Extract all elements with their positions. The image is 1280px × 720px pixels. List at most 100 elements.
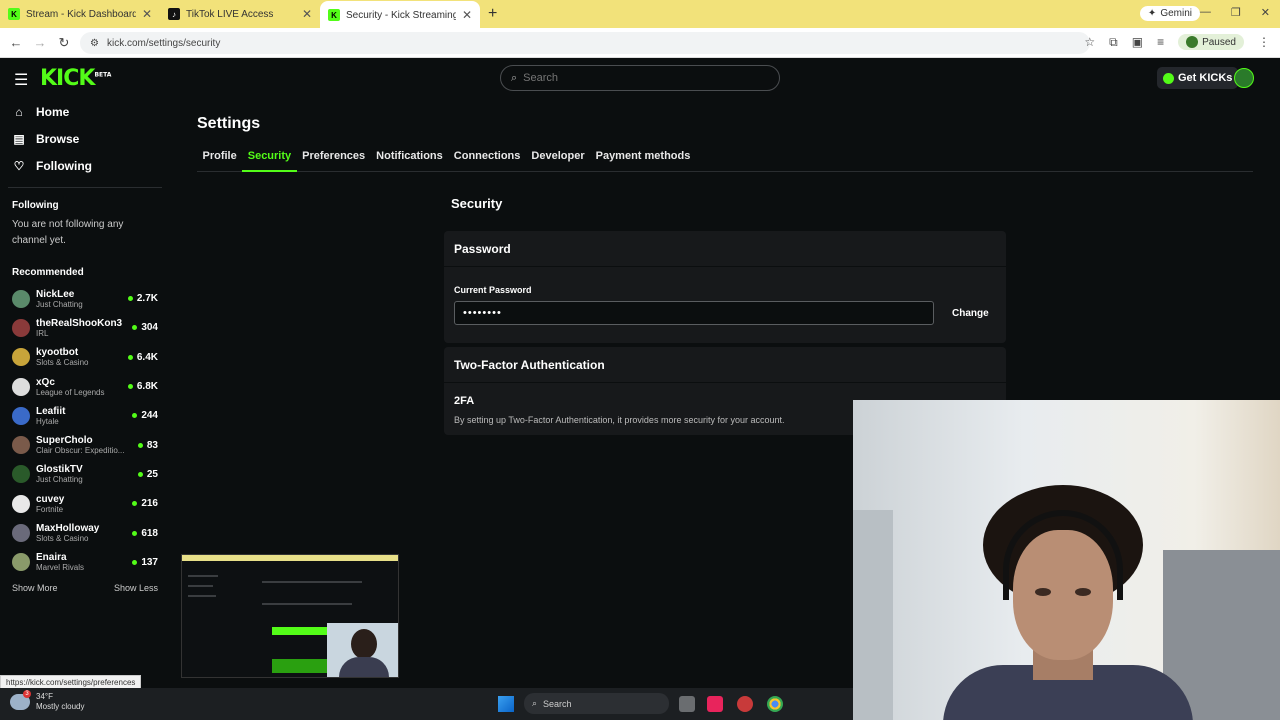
chrome-app-icon[interactable] xyxy=(767,696,783,712)
minimize-icon[interactable]: — xyxy=(1200,6,1211,19)
live-dot-icon xyxy=(132,559,138,565)
tab-preferences[interactable]: Preferences xyxy=(297,150,371,172)
search-input[interactable] xyxy=(523,72,764,84)
preview-line xyxy=(188,595,216,597)
tab-security[interactable]: Security xyxy=(242,150,297,172)
channel-item[interactable]: GlostikTV Just Chatting 25 xyxy=(0,460,170,489)
heart-icon: ♡ xyxy=(13,158,25,173)
preview-line xyxy=(188,575,218,577)
reload-icon[interactable]: ↻ xyxy=(52,35,76,51)
browser-tab[interactable]: ♪ TikTok LIVE Access ✕ xyxy=(160,0,320,28)
channel-item[interactable]: theRealShooKon3 IRL 304 xyxy=(0,313,170,342)
close-icon[interactable]: ✕ xyxy=(302,7,312,21)
channel-item[interactable]: Enaira Marvel Rivals 137 xyxy=(0,548,170,577)
change-password-button[interactable]: Change xyxy=(946,304,995,323)
weather-temp: 34°F xyxy=(36,692,53,701)
url-field[interactable]: ⚙ kick.com/settings/security xyxy=(80,32,1090,54)
gemini-button[interactable]: ✦ Gemini xyxy=(1139,6,1200,21)
weather-text: 34°F Mostly cloudy xyxy=(36,692,84,712)
weather-badge: 3 xyxy=(23,690,31,698)
channel-item[interactable]: MaxHolloway Slots & Casino 618 xyxy=(0,518,170,547)
media-icon[interactable]: ≡ xyxy=(1157,35,1164,49)
viewer-count-text: 618 xyxy=(141,527,158,539)
site-info-icon[interactable]: ⚙ xyxy=(90,38,99,49)
channel-list: NickLee Just Chatting 2.7K theRealShooKon3 I… xyxy=(0,284,170,577)
preview-highlight xyxy=(272,659,328,673)
tiktok-app-icon[interactable] xyxy=(707,696,723,712)
taskbar: 3 34°F Mostly cloudy ⌕ Search xyxy=(0,688,853,720)
channel-item[interactable]: NickLee Just Chatting 2.7K xyxy=(0,284,170,313)
tab-payment-methods[interactable]: Payment methods xyxy=(590,150,696,172)
stream-preview-thumbnail xyxy=(181,554,399,678)
channel-category: Slots & Casino xyxy=(36,358,89,368)
channel-category: Just Chatting xyxy=(36,475,83,485)
card-title: Password xyxy=(444,231,1006,267)
viewer-count: 6.8K xyxy=(127,381,158,392)
profile-button[interactable]: Paused xyxy=(1178,34,1244,50)
tab-title: TikTok LIVE Access xyxy=(186,8,274,20)
show-more-button[interactable]: Show More xyxy=(12,583,58,593)
back-icon[interactable]: ← xyxy=(4,35,28,50)
browser-tab-active[interactable]: K Security - Kick Streaming ✕ xyxy=(320,1,480,29)
channel-item[interactable]: Leafiit Hytale 244 xyxy=(0,401,170,430)
channel-item[interactable]: cuvey Fortnite 216 xyxy=(0,489,170,518)
close-icon[interactable]: ✕ xyxy=(462,8,472,22)
following-heading: Following xyxy=(12,200,59,211)
channel-name: Enaira xyxy=(36,552,67,564)
maximize-icon[interactable]: ❐ xyxy=(1231,6,1241,19)
show-less-button[interactable]: Show Less xyxy=(114,583,158,593)
tab-developer[interactable]: Developer xyxy=(526,150,590,172)
file-explorer-icon[interactable] xyxy=(679,696,695,712)
kick-logo[interactable]: KICKBETA xyxy=(40,66,111,91)
new-tab-icon[interactable]: + xyxy=(480,5,505,23)
menu-icon[interactable]: ☰ xyxy=(14,70,28,90)
search-bar[interactable]: ⌕ xyxy=(500,65,780,91)
taskbar-search[interactable]: ⌕ Search xyxy=(524,693,669,714)
obs-app-icon[interactable] xyxy=(737,696,753,712)
get-kicks-button[interactable]: Get KICKs xyxy=(1157,67,1239,89)
sidebar-item-following[interactable]: ♡ Following xyxy=(0,152,170,179)
tab-connections[interactable]: Connections xyxy=(448,150,526,172)
channel-category: IRL xyxy=(36,328,49,338)
windows-start-icon[interactable] xyxy=(498,696,514,712)
channel-item[interactable]: SuperCholo Clair Obscur: Expeditio... 83 xyxy=(0,430,170,459)
user-avatar[interactable] xyxy=(1234,68,1254,88)
forward-icon[interactable]: → xyxy=(28,35,52,50)
close-icon[interactable]: ✕ xyxy=(142,7,152,21)
channel-info: NickLee Just Chatting xyxy=(36,289,122,309)
channel-name: MaxHolloway xyxy=(36,523,100,535)
browser-tab[interactable]: K Stream - Kick Dashboard ✕ xyxy=(0,0,160,28)
viewer-count: 216 xyxy=(132,498,158,509)
viewer-count: 83 xyxy=(137,440,158,451)
live-dot-icon xyxy=(127,296,133,302)
channel-category: Just Chatting xyxy=(36,299,83,309)
current-password-field[interactable] xyxy=(454,301,934,325)
channel-name: NickLee xyxy=(36,288,75,300)
preview-line xyxy=(262,581,362,583)
sidebar-item-home[interactable]: ⌂ Home xyxy=(0,98,170,125)
extensions-icon[interactable]: ⧉ xyxy=(1109,35,1118,50)
channel-category: Marvel Rivals xyxy=(36,563,85,573)
get-kicks-label: Get KICKs xyxy=(1178,72,1233,84)
channel-name: theRealShooKon3 xyxy=(36,317,123,329)
tab-notifications[interactable]: Notifications xyxy=(371,150,449,172)
sidebar-item-browse[interactable]: ▤ Browse xyxy=(0,125,170,152)
viewer-count: 618 xyxy=(132,528,158,539)
preview-head xyxy=(351,629,377,659)
bookmark-star-icon[interactable]: ☆ xyxy=(1084,35,1095,49)
channel-item[interactable]: kyootbot Slots & Casino 6.4K xyxy=(0,343,170,372)
channel-info: xQc League of Legends xyxy=(36,377,122,397)
browse-icon: ▤ xyxy=(13,131,25,146)
channel-info: cuvey Fortnite xyxy=(36,494,126,514)
weather-widget[interactable]: 3 34°F Mostly cloudy xyxy=(10,690,84,712)
viewer-count-text: 25 xyxy=(146,468,158,480)
channel-name: GlostikTV xyxy=(36,464,83,476)
logo-text: KICK xyxy=(40,66,95,91)
sidepanel-icon[interactable]: ▣ xyxy=(1132,35,1143,49)
viewer-count: 244 xyxy=(132,410,158,421)
close-window-icon[interactable]: ✕ xyxy=(1261,6,1270,19)
tab-profile[interactable]: Profile xyxy=(197,150,242,172)
channel-item[interactable]: xQc League of Legends 6.8K xyxy=(0,372,170,401)
more-menu-icon[interactable]: ⋮ xyxy=(1258,35,1270,49)
webcam-door xyxy=(853,510,893,720)
